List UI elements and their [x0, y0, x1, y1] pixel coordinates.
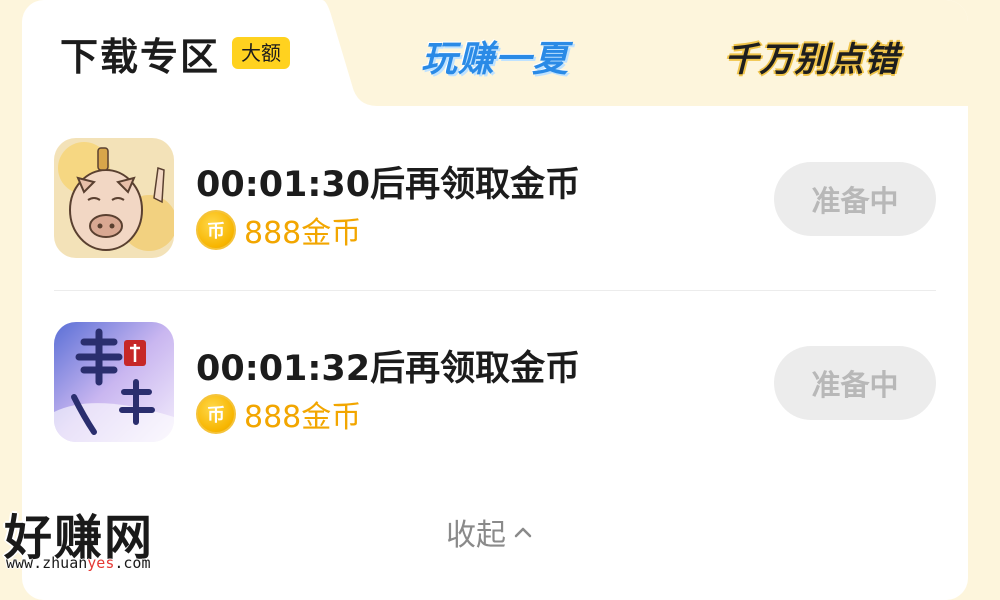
collapse-label: 收起 [446, 518, 506, 553]
preparing-button[interactable]: 准备中 [774, 162, 936, 236]
task-row: 00:01:30后再领取金币 币 888金币 准备中 [54, 138, 936, 258]
task-reward: 币 888金币 [196, 210, 362, 251]
pig-character-game-icon[interactable] [54, 138, 174, 258]
preparing-button[interactable]: 准备中 [774, 346, 936, 420]
tab-download-zone[interactable]: 下载专区 大额 [60, 28, 291, 79]
qingyun-jue-game-icon[interactable] [54, 322, 174, 442]
task-row: 00:01:32后再领取金币 币 888金币 准备中 [54, 322, 936, 442]
chevron-up-icon [514, 527, 532, 538]
coin-icon: 币 [196, 394, 236, 434]
row-divider [54, 290, 936, 291]
task-cooldown-title: 00:01:30后再领取金币 [196, 165, 581, 205]
coin-icon: 币 [196, 210, 236, 250]
reward-amount: 888金币 [244, 400, 362, 435]
task-reward: 币 888金币 [196, 394, 362, 435]
tab-play-earn-summer-label: 玩赚一夏 [420, 39, 569, 80]
tab-play-earn-summer[interactable]: 玩赚一夏 [410, 28, 580, 84]
tab-bar: 下载专区 大额 玩赚一夏 千万别点错 [22, 0, 968, 106]
task-cooldown-title: 00:01:32后再领取金币 [196, 349, 581, 389]
site-watermark: 好赚网 www.zhuanyes.com [0, 498, 195, 582]
collapse-button[interactable]: 收起 [446, 510, 534, 554]
tab-dont-click-wrong[interactable]: 千万别点错 [722, 28, 902, 84]
tab-download-zone-label: 下载专区 [60, 34, 221, 79]
watermark-url: www.zhuanyes.com [6, 554, 151, 572]
reward-amount: 888金币 [244, 216, 362, 251]
tab-dont-click-wrong-label: 千万别点错 [724, 39, 900, 80]
large-amount-badge: 大额 [232, 37, 291, 69]
